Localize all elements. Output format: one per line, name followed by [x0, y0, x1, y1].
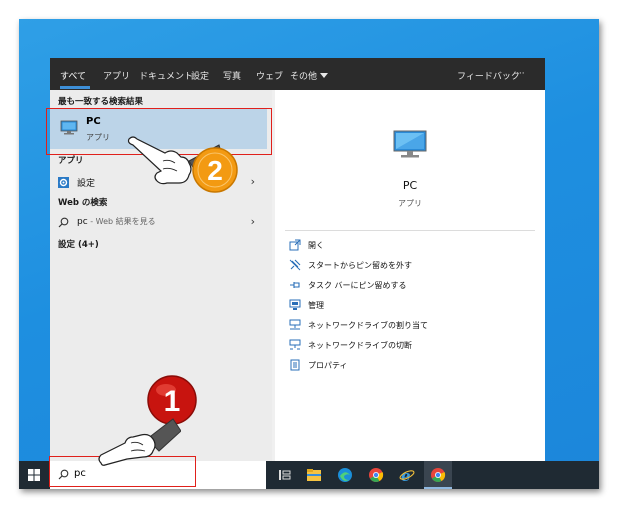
action-label: スタートからピン留めを外す: [308, 261, 412, 270]
step-2-badge: 2: [191, 146, 239, 198]
properties-icon: [290, 359, 300, 371]
action-properties[interactable]: プロパティ: [289, 358, 529, 374]
tab-photos[interactable]: 写真: [223, 69, 241, 82]
feedback-link[interactable]: フィードバック: [457, 69, 520, 82]
desktop-screenshot: すべて アプリ ドキュメント 設定 写真 ウェブ その他 フィードバック ···…: [19, 19, 599, 489]
action-pin-taskbar[interactable]: タスク バーにピン留めする: [289, 278, 529, 294]
open-icon: [289, 239, 301, 251]
pin-icon: [290, 282, 300, 288]
tab-more[interactable]: その他: [290, 69, 329, 82]
map-drive-icon: [289, 319, 301, 330]
action-manage[interactable]: 管理: [289, 298, 529, 314]
tab-documents[interactable]: ドキュメント: [139, 69, 193, 82]
best-match-heading: 最も一致する検索結果: [58, 97, 144, 107]
file-explorer-icon[interactable]: [306, 467, 322, 483]
apps-heading: アプリ: [58, 156, 84, 166]
chevron-down-icon: [320, 73, 329, 78]
action-unpin-start[interactable]: スタートからピン留めを外す: [289, 258, 529, 274]
web-search-text: pc - Web 結果を見る: [77, 216, 156, 227]
web-query-suffix: - Web 結果を見る: [87, 217, 156, 226]
disconnect-drive-icon: [289, 339, 301, 350]
step-2-number: 2: [207, 155, 223, 186]
chrome-icon[interactable]: [430, 467, 446, 483]
step-badge-icon: 2: [192, 147, 238, 193]
tab-apps[interactable]: アプリ: [103, 69, 130, 82]
edge-icon[interactable]: [337, 467, 353, 483]
windows-logo-icon[interactable]: [28, 469, 40, 481]
action-label: 開く: [308, 241, 324, 250]
action-map-drive[interactable]: ネットワークドライブの割り当て: [289, 318, 529, 334]
tab-settings[interactable]: 設定: [191, 69, 209, 82]
settings-result-label: 設定: [77, 179, 96, 189]
tab-more-label: その他: [290, 72, 318, 82]
gear-icon: [58, 177, 69, 188]
preview-subtitle: アプリ: [398, 199, 422, 208]
action-label: タスク バーにピン留めする: [308, 281, 407, 290]
action-label: ネットワークドライブの切断: [308, 341, 412, 350]
active-app-underline: [424, 487, 452, 489]
chevron-right-icon[interactable]: ›: [251, 215, 255, 228]
divider: [285, 230, 535, 231]
web-query: pc: [77, 217, 88, 227]
active-tab-indicator: [60, 86, 90, 89]
tab-all[interactable]: すべて: [60, 69, 86, 82]
chrome-icon[interactable]: [368, 467, 384, 483]
pointing-hand-icon: [98, 418, 181, 466]
svg-text:e: e: [401, 467, 411, 483]
step-1-number: 1: [164, 385, 181, 418]
search-filter-bar: すべて アプリ ドキュメント 設定 写真 ウェブ その他 フィードバック ···: [50, 58, 545, 90]
computer-icon: [393, 130, 427, 158]
chevron-right-icon[interactable]: ›: [251, 175, 255, 188]
web-search-result[interactable]: pc - Web 結果を見る ›: [50, 212, 267, 232]
task-view-icon[interactable]: [277, 467, 293, 483]
ie-icon[interactable]: e: [399, 467, 415, 483]
search-icon: [58, 217, 69, 228]
action-label: 管理: [308, 301, 324, 310]
unpin-icon: [289, 259, 301, 271]
settings-count-heading: 設定 (4+): [58, 240, 99, 250]
web-heading: Web の検索: [58, 198, 108, 208]
action-label: ネットワークドライブの割り当て: [308, 321, 428, 330]
action-open[interactable]: 開く: [289, 238, 529, 254]
manage-icon: [289, 299, 301, 310]
preview-title: PC: [402, 179, 418, 192]
tab-web[interactable]: ウェブ: [256, 69, 283, 82]
more-options-button[interactable]: ···: [516, 69, 525, 79]
preview-pane: PC アプリ 開く スタートからピン留めを外す タスク バーにピン留めする 管理: [275, 90, 545, 461]
action-disconnect-drive[interactable]: ネットワークドライブの切断: [289, 338, 529, 354]
action-label: プロパティ: [308, 361, 348, 370]
